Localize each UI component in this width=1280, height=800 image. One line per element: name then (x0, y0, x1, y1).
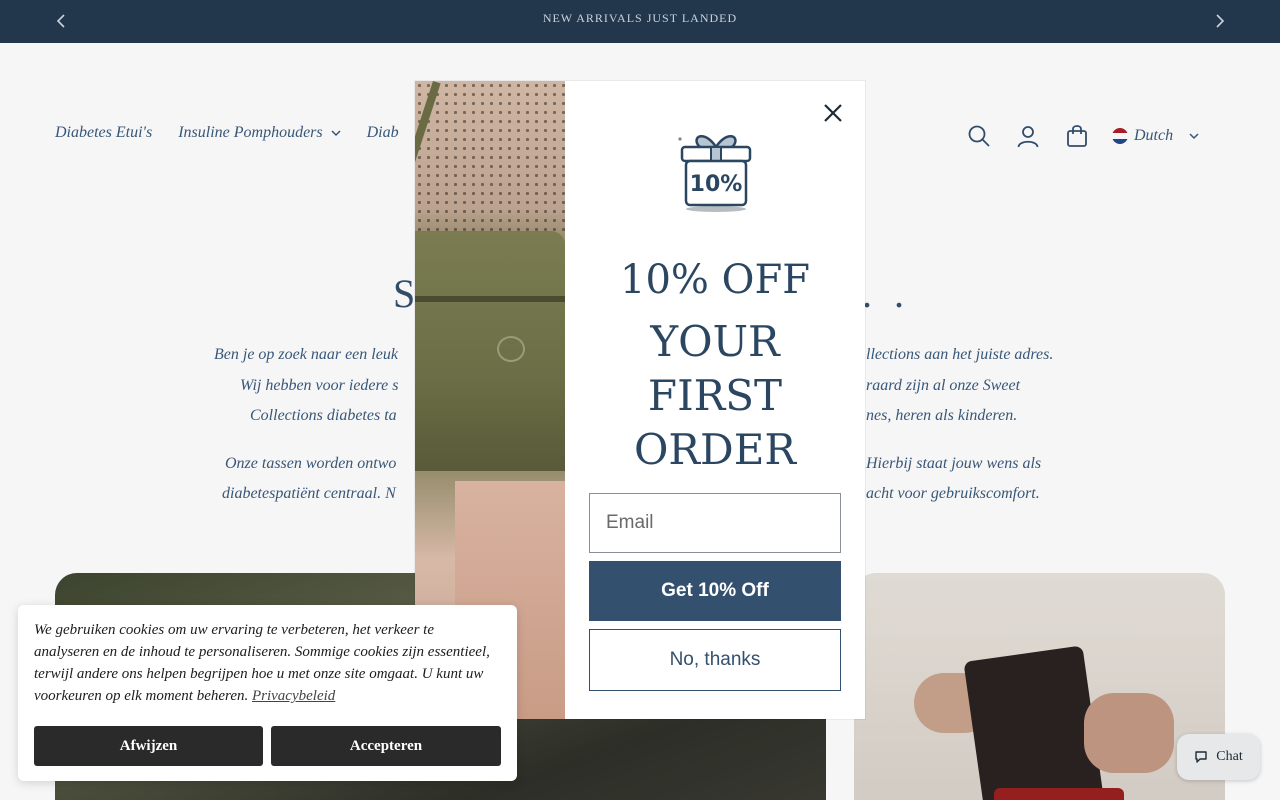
cookie-banner: We gebruiken cookies om uw ervaring te v… (18, 605, 517, 781)
get-discount-button[interactable]: Get 10% Off (589, 561, 841, 621)
chevron-right-icon[interactable] (1210, 11, 1230, 31)
offer-headline-2: YOUR FIRST ORDER (565, 315, 865, 477)
accept-cookies-button[interactable]: Accepteren (271, 726, 501, 766)
close-icon[interactable] (821, 101, 845, 125)
announcement-text: NEW ARRIVALS JUST LANDED (542, 11, 738, 25)
offer-line-your: YOUR (650, 317, 780, 366)
no-thanks-button[interactable]: No, thanks (589, 629, 841, 691)
offer-headline-1: 10% OFF (620, 257, 810, 303)
offer-line-order: ORDER (633, 425, 796, 474)
announcement-bar: NEW ARRIVALS JUST LANDED (0, 0, 1280, 43)
privacy-policy-link[interactable]: Privacybeleid (252, 688, 335, 704)
offer-line-first: FIRST (647, 371, 783, 420)
chat-button[interactable]: Chat (1177, 734, 1260, 780)
reject-cookies-button[interactable]: Afwijzen (34, 726, 263, 766)
cookie-text: We gebruiken cookies om uw ervaring te v… (34, 619, 501, 707)
email-field[interactable] (589, 493, 841, 553)
gift-icon: 10% (676, 125, 756, 213)
chat-icon (1195, 751, 1207, 763)
popup-body: 10% 10% OFF YOUR FIRST ORDER Get 10% Off… (565, 81, 865, 719)
chat-label: Chat (1216, 749, 1243, 764)
gift-badge-text: 10% (690, 172, 743, 197)
